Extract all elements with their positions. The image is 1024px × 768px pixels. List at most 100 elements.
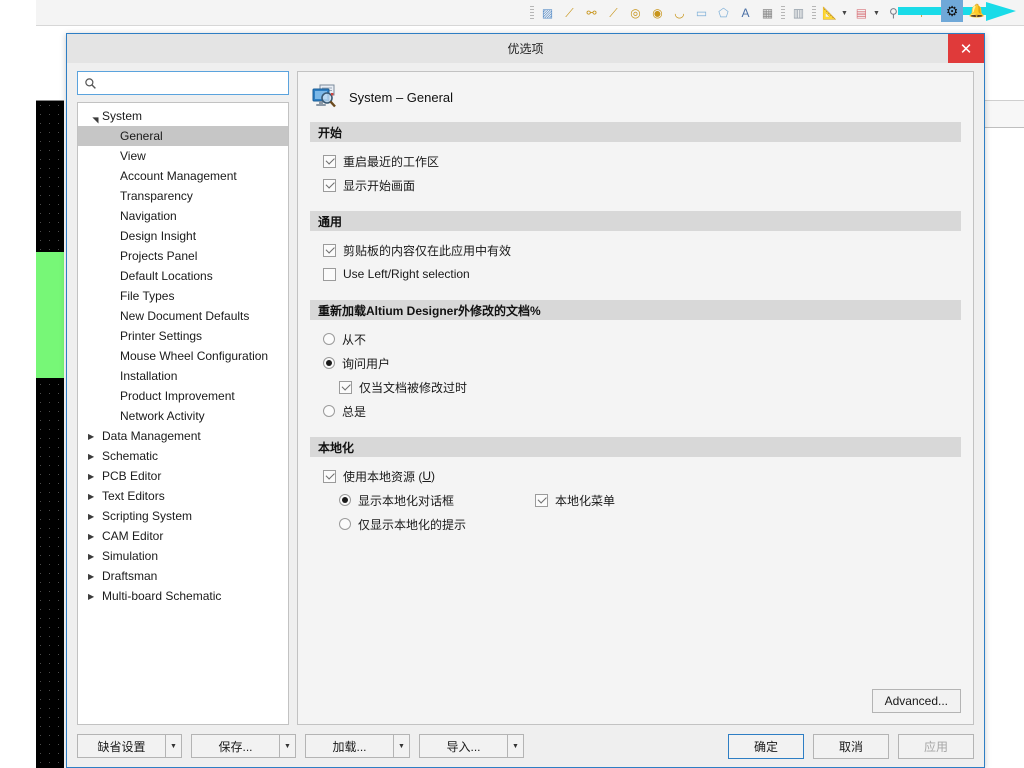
tree-item-multi-board-schematic[interactable]: ▶ Multi-board Schematic [78, 586, 288, 606]
chevron-down-icon[interactable]: ◢ [91, 109, 100, 123]
option-row[interactable]: 显示开始画面 [323, 173, 961, 197]
split-button-main[interactable]: 保存... [191, 734, 279, 758]
show-localized-dialogs-option[interactable]: 显示本地化对话框 [323, 488, 535, 512]
place-line-icon[interactable]: ⟋ [561, 5, 578, 22]
tree-item-data-management[interactable]: ▶ Data Management [78, 426, 288, 446]
option-row[interactable]: Use Left/Right selection [323, 262, 961, 286]
chevron-right-icon[interactable]: ▶ [88, 492, 102, 501]
tree-item-account-management[interactable]: Account Management [78, 166, 288, 186]
show-localized-hints-option[interactable]: 仅显示本地化的提示 [323, 512, 961, 536]
split-button-main[interactable]: 导入... [419, 734, 507, 758]
place-net-icon[interactable]: ⚯ [583, 5, 600, 22]
chevron-right-icon[interactable]: ▶ [88, 532, 102, 541]
place-via-icon[interactable]: ◉ [649, 5, 666, 22]
option-radio[interactable] [323, 357, 335, 369]
place-string-icon[interactable]: A [737, 5, 754, 22]
place-pad-icon[interactable]: ◎ [627, 5, 644, 22]
advanced-button[interactable]: Advanced... [871, 689, 961, 713]
chevron-right-icon[interactable]: ▶ [88, 452, 102, 461]
bell-icon[interactable]: 🔔 [967, 0, 987, 22]
use-local-resources-option[interactable]: 使用本地资源 (U) [323, 464, 961, 488]
tree-item-view[interactable]: View [78, 146, 288, 166]
close-icon[interactable]: ✕ [948, 34, 984, 63]
grip-handle-icon[interactable] [530, 5, 534, 21]
cancel-button[interactable]: 取消 [813, 733, 889, 759]
search-box[interactable] [77, 71, 289, 95]
chevron-down-icon[interactable]: ▼ [279, 734, 296, 758]
tree-item-design-insight[interactable]: Design Insight [78, 226, 288, 246]
apply-button[interactable]: 应用 [898, 733, 974, 759]
option-checkbox[interactable] [323, 267, 336, 281]
place-rectangle-icon[interactable]: ▭ [693, 5, 710, 22]
place-component-icon[interactable]: ▦ [759, 5, 776, 22]
split-button-main[interactable]: 加载... [305, 734, 393, 758]
show-localized-dialogs-radio[interactable] [339, 494, 351, 506]
tree-item-draftsman[interactable]: ▶ Draftsman [78, 566, 288, 586]
localized-menus-option[interactable]: 本地化菜单 [535, 488, 615, 512]
place-route-icon[interactable]: ⟋ [605, 5, 622, 22]
chevron-right-icon[interactable]: ▶ [88, 472, 102, 481]
option-checkbox[interactable] [323, 154, 336, 168]
option-row[interactable]: 剪贴板的内容仅在此应用中有效 [323, 238, 961, 262]
tree-item-pcb-editor[interactable]: ▶ PCB Editor [78, 466, 288, 486]
tree-item-installation[interactable]: Installation [78, 366, 288, 386]
use-local-resources-checkbox[interactable] [323, 469, 336, 483]
gear-icon[interactable]: ⚙ [941, 0, 963, 22]
design-rule-check-icon[interactable]: 📐 [821, 5, 838, 22]
tree-item-network-activity[interactable]: Network Activity [78, 406, 288, 426]
tree-item-schematic[interactable]: ▶ Schematic [78, 446, 288, 466]
drc-caret-icon[interactable]: ▼ [841, 10, 848, 17]
split-button-main[interactable]: 缺省设置 [77, 734, 165, 758]
place-arc-icon[interactable]: ◡ [671, 5, 688, 22]
chevron-down-icon[interactable]: ▼ [393, 734, 410, 758]
option-checkbox[interactable] [323, 243, 336, 257]
option-row[interactable]: 询问用户 [323, 351, 961, 375]
tree-item-system[interactable]: ◢ System [78, 106, 288, 126]
use-local-resources-label-after: ) [431, 469, 436, 483]
preferences-tree[interactable]: ◢ System General View Account Management Tran… [77, 102, 289, 725]
chevron-right-icon[interactable]: ▶ [88, 512, 102, 521]
layer-stack-caret-icon[interactable]: ▼ [873, 10, 880, 17]
chevron-down-icon[interactable]: ▼ [165, 734, 182, 758]
show-localized-hints-radio[interactable] [339, 518, 351, 530]
tree-item-mouse-wheel-configuration[interactable]: Mouse Wheel Configuration [78, 346, 288, 366]
search-icon [85, 77, 96, 89]
tree-item-default-locations[interactable]: Default Locations [78, 266, 288, 286]
tree-item-projects-panel[interactable]: Projects Panel [78, 246, 288, 266]
layer-stack-icon[interactable]: ▤ [853, 5, 870, 22]
tree-item-file-types[interactable]: File Types [78, 286, 288, 306]
option-row[interactable]: 总是 [323, 399, 961, 423]
tree-item-cam-editor[interactable]: ▶ CAM Editor [78, 526, 288, 546]
tree-item-printer-settings[interactable]: Printer Settings [78, 326, 288, 346]
tree-item-navigation[interactable]: Navigation [78, 206, 288, 226]
ok-button[interactable]: 确定 [728, 733, 804, 759]
chevron-right-icon[interactable]: ▶ [88, 432, 102, 441]
tree-item-general[interactable]: General [78, 126, 288, 146]
search-input[interactable] [101, 73, 282, 93]
option-checkbox[interactable] [339, 380, 352, 394]
option-row[interactable]: 仅当文档被修改过时 [323, 375, 961, 399]
tree-item-simulation[interactable]: ▶ Simulation [78, 546, 288, 566]
chevron-right-icon[interactable]: ▶ [88, 592, 102, 601]
polygon-pour-icon[interactable]: ▨ [539, 5, 556, 22]
localized-menus-checkbox[interactable] [535, 493, 548, 507]
chevron-down-icon[interactable]: ▼ [507, 734, 524, 758]
place-polygon-icon[interactable]: ⬠ [715, 5, 732, 22]
tree-item-transparency[interactable]: Transparency [78, 186, 288, 206]
option-radio[interactable] [323, 405, 335, 417]
tree-item-text-editors[interactable]: ▶ Text Editors [78, 486, 288, 506]
tree-item-label: Design Insight [120, 229, 197, 243]
grip-handle-2-icon[interactable] [781, 5, 785, 21]
chevron-right-icon[interactable]: ▶ [88, 572, 102, 581]
grip-handle-3-icon[interactable] [812, 5, 816, 21]
place-chip-icon[interactable]: ▥ [790, 5, 807, 22]
option-row[interactable]: 重启最近的工作区 [323, 149, 961, 173]
option-radio[interactable] [323, 333, 335, 345]
option-checkbox[interactable] [323, 178, 336, 192]
tree-item-scripting-system[interactable]: ▶ Scripting System [78, 506, 288, 526]
option-row[interactable]: 从不 [323, 327, 961, 351]
tree-item-new-document-defaults[interactable]: New Document Defaults [78, 306, 288, 326]
page-title: System – General [349, 89, 454, 105]
tree-item-product-improvement[interactable]: Product Improvement [78, 386, 288, 406]
chevron-right-icon[interactable]: ▶ [88, 552, 102, 561]
